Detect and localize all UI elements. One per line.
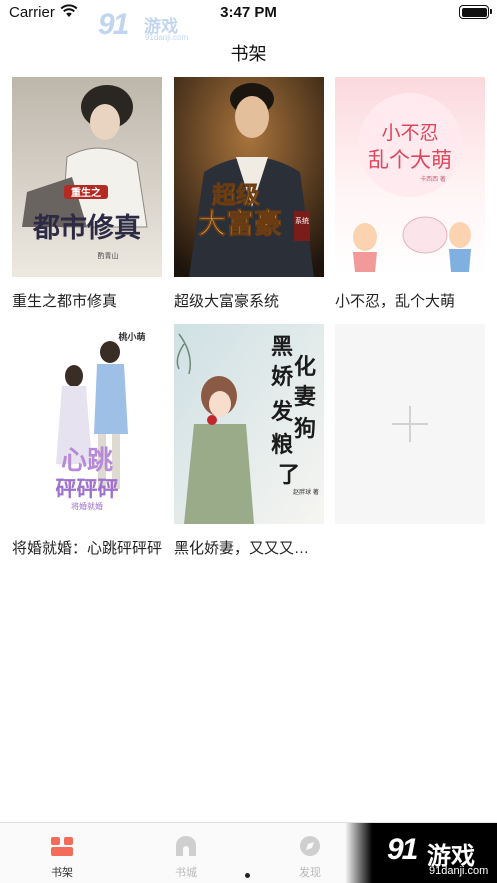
page-indicator-dot <box>245 873 250 878</box>
cover-title-char: 黑 <box>271 334 293 359</box>
add-book-button[interactable] <box>335 324 485 524</box>
cover-author: 赵胖球 著 <box>293 488 319 496</box>
cover-title-char: 狗 <box>294 416 316 441</box>
cover-title-line: 都市修真 <box>32 212 141 243</box>
tab-bookstore[interactable]: 书城 <box>151 823 221 883</box>
book-title[interactable]: 小不忍，乱个大萌 <box>335 290 485 311</box>
book-cover-image[interactable]: 黑 化 娇 妻 发 狗 粮 了 赵胖球 著 <box>174 324 324 524</box>
cover-title-line: 小不忍 <box>381 122 438 144</box>
book-cover-image[interactable]: 超级 大富豪 系统 <box>174 77 324 277</box>
discover-icon <box>300 836 320 856</box>
battery-icon <box>459 5 492 19</box>
cover-author: 酌青山 <box>98 251 119 260</box>
cover-title-line: 超级 <box>212 181 260 209</box>
watermark-number: 91 <box>387 833 418 866</box>
cover-title-line: 心跳 <box>61 445 113 475</box>
cover-title-char: 了 <box>278 462 300 487</box>
tab-label: 发现 <box>299 867 321 879</box>
book-title[interactable]: 黑化娇妻，又又又发狗粮了 <box>174 537 324 558</box>
bookshelf-icon <box>51 837 73 856</box>
cover-subtitle: 将婚就婚 <box>71 501 103 511</box>
watermark-logo-bottom: 91 游戏 91danji.com <box>345 823 497 883</box>
book-cover-image[interactable]: 重生之 都市修真 酌青山 <box>12 77 162 277</box>
cover-title-line: 乱个大萌 <box>368 149 452 172</box>
cover-title-char: 发 <box>270 399 294 424</box>
bookstore-icon <box>176 836 196 856</box>
status-time: 3:47 PM <box>220 4 277 21</box>
cover-subtitle: 系统 <box>295 216 309 225</box>
book-title[interactable]: 将婚就婚：心跳砰砰砰 <box>12 537 162 558</box>
tab-label: 书城 <box>175 867 197 879</box>
tab-label: 书架 <box>51 867 73 879</box>
cover-title-char: 化 <box>294 354 316 379</box>
watermark-number: 91 <box>98 8 129 41</box>
cover-title-char: 粮 <box>271 432 293 457</box>
page-title: 书架 <box>230 44 267 64</box>
status-bar: Carrier 3:47 PM <box>0 0 497 26</box>
tab-discover[interactable]: 发现 <box>275 823 345 883</box>
cover-author: 卡西西 著 <box>420 175 446 183</box>
cover-title-line: 砰砰砰 <box>56 478 119 501</box>
cover-author: 桃小萌 <box>118 331 145 342</box>
book-cover-image[interactable]: 小不忍 乱个大萌 卡西西 著 <box>335 77 485 277</box>
cover-title-char: 妻 <box>294 384 316 409</box>
book-title[interactable]: 重生之都市修真 <box>12 290 162 311</box>
cover-title-char: 娇 <box>271 364 294 389</box>
cover-title-line: 大富豪 <box>198 207 282 239</box>
book-title[interactable]: 超级大富豪系统 <box>174 290 324 311</box>
book-cover-image[interactable]: 桃小萌 心跳 砰砰砰 将婚就婚 <box>12 324 162 524</box>
tab-bookshelf[interactable]: 书架 <box>27 823 97 883</box>
watermark-url: 91danji.com <box>429 865 489 877</box>
cover-title-line: 重生之 <box>71 186 101 199</box>
